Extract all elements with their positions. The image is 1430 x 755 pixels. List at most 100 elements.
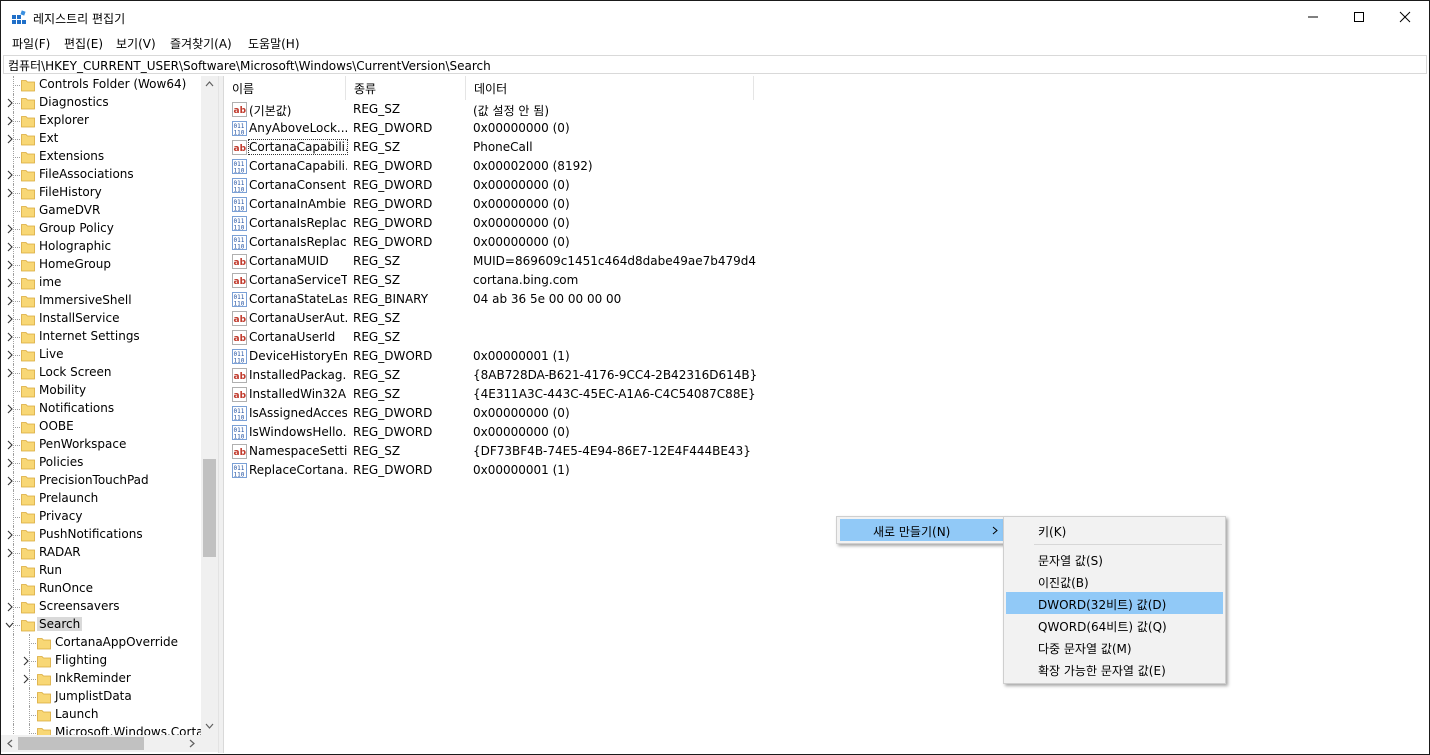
table-row[interactable]: 011 110 IsAssignedAccess REG_DWORD 0x0000000… <box>230 404 790 423</box>
address-bar[interactable]: 컴퓨터\HKEY_CURRENT_USER\Software\Microsoft… <box>3 55 1427 74</box>
tree-item[interactable]: Screensavers <box>1 598 201 616</box>
maximize-button[interactable] <box>1336 1 1382 33</box>
chevron-right-icon[interactable] <box>5 278 14 288</box>
column-header-data[interactable]: 데이터 <box>466 76 754 100</box>
tree-horizontal-scrollbar[interactable] <box>1 735 201 752</box>
tree-item[interactable]: Ext <box>1 130 201 148</box>
table-row[interactable]: ab InstalledPackag... REG_SZ {8AB728DA-B621… <box>230 366 790 385</box>
tree-item[interactable]: Search <box>1 616 201 634</box>
tree-item[interactable]: CortanaAppOverride <box>1 634 201 652</box>
chevron-right-icon[interactable] <box>5 170 14 180</box>
chevron-right-icon[interactable] <box>5 332 14 342</box>
chevron-right-icon[interactable] <box>21 656 30 666</box>
tree-item[interactable]: GameDVR <box>1 202 201 220</box>
chevron-right-icon[interactable] <box>5 602 14 612</box>
chevron-right-icon[interactable] <box>5 260 14 270</box>
chevron-right-icon[interactable] <box>5 224 14 234</box>
table-row[interactable]: 011110CortanaStateLas... REG_BINARY 04 ab … <box>230 290 790 309</box>
table-row[interactable]: 011 110 CortanaConsent REG_DWORD 0x00000000 … <box>230 176 790 195</box>
tree-item[interactable]: RADAR <box>1 544 201 562</box>
close-button[interactable] <box>1382 1 1428 33</box>
menu-item-new[interactable]: 새로 만들기(N) <box>840 519 1004 541</box>
tree-item[interactable]: InstallService <box>1 310 201 328</box>
tree-item[interactable]: Privacy <box>1 508 201 526</box>
table-row[interactable]: 011110CortanaIsReplac... REG_DWORD 0x00000… <box>230 214 790 233</box>
chevron-right-icon[interactable] <box>5 296 14 306</box>
table-row[interactable]: 011110CortanaIsReplac... REG_DWORD 0x00000… <box>230 233 790 252</box>
chevron-right-icon[interactable] <box>5 314 14 324</box>
tree-item[interactable]: PrecisionTouchPad <box>1 472 201 490</box>
menu-file[interactable]: 파일(F) <box>10 35 52 52</box>
tree-item[interactable]: Run <box>1 562 201 580</box>
table-row[interactable]: ab CortanaUserId REG_SZ <box>230 328 790 347</box>
key-tree[interactable]: Controls Folder (Wow64) Diagnostics Explor… <box>1 76 218 753</box>
menu-favorites[interactable]: 즐겨찾기(A) <box>168 35 234 52</box>
tree-vertical-scrollbar[interactable] <box>201 76 218 735</box>
chevron-right-icon[interactable] <box>21 674 30 684</box>
column-header-name[interactable]: 이름 <box>224 76 346 100</box>
tree-item[interactable]: Flighting <box>1 652 201 670</box>
tree-item[interactable]: Live <box>1 346 201 364</box>
tree-item[interactable]: Explorer <box>1 112 201 130</box>
table-row[interactable]: ab CortanaCapabili... REG_SZ PhoneCall <box>230 138 790 157</box>
tree-item[interactable]: HomeGroup <box>1 256 201 274</box>
menu-item-binary-value[interactable]: 이진값(B) <box>1006 570 1223 592</box>
chevron-down-icon[interactable] <box>5 620 14 630</box>
tree-item[interactable]: Prelaunch <box>1 490 201 508</box>
table-row[interactable]: 011 110 ReplaceCortana... REG_DWORD 0x000000… <box>230 461 790 480</box>
scroll-up-arrow-icon[interactable] <box>205 80 214 87</box>
tree-item[interactable]: Controls Folder (Wow64) <box>1 76 201 94</box>
tree-item[interactable]: FileAssociations <box>1 166 201 184</box>
tree-item[interactable]: ime <box>1 274 201 292</box>
table-row[interactable]: ab CortanaUserAut... REG_SZ <box>230 309 790 328</box>
tree-item[interactable]: Notifications <box>1 400 201 418</box>
menu-item-qword-value[interactable]: QWORD(64비트) 값(Q) <box>1006 614 1223 636</box>
tree-vertical-scroll-thumb[interactable] <box>203 459 216 557</box>
chevron-right-icon[interactable] <box>5 98 14 108</box>
table-row[interactable]: 011 110 IsWindowsHello... REG_DWORD 0x000000… <box>230 423 790 442</box>
tree-item[interactable]: PenWorkspace <box>1 436 201 454</box>
menu-item-multi-string-value[interactable]: 다중 문자열 값(M) <box>1006 636 1223 658</box>
tree-item[interactable]: Internet Settings <box>1 328 201 346</box>
chevron-right-icon[interactable] <box>5 476 14 486</box>
menu-item-dword-value[interactable]: DWORD(32비트) 값(D) <box>1006 592 1223 614</box>
menu-item-string-value[interactable]: 문자열 값(S) <box>1006 548 1223 570</box>
table-row[interactable]: 011 110 CortanaCapabili... REG_DWORD 0x00002… <box>230 157 790 176</box>
chevron-right-icon[interactable] <box>5 116 14 126</box>
menu-help[interactable]: 도움말(H) <box>246 35 302 52</box>
tree-item[interactable]: OOBE <box>1 418 201 436</box>
tree-item[interactable]: Policies <box>1 454 201 472</box>
chevron-right-icon[interactable] <box>5 242 14 252</box>
tree-item[interactable]: InkReminder <box>1 670 201 688</box>
tree-item[interactable]: Holographic <box>1 238 201 256</box>
chevron-right-icon[interactable] <box>5 458 14 468</box>
scroll-left-arrow-icon[interactable] <box>6 739 13 748</box>
tree-item[interactable]: Diagnostics <box>1 94 201 112</box>
tree-item[interactable]: JumplistData <box>1 688 201 706</box>
tree-item[interactable]: PushNotifications <box>1 526 201 544</box>
chevron-right-icon[interactable] <box>5 188 14 198</box>
tree-item[interactable]: Mobility <box>1 382 201 400</box>
table-row[interactable]: abNamespaceSetti... REG_SZ {DF73BF4B-74E5-… <box>230 442 790 461</box>
tree-item[interactable]: Extensions <box>1 148 201 166</box>
table-row[interactable]: ab (기본값) REG_SZ (값 설정 안 됨) <box>230 100 790 119</box>
tree-item[interactable]: Launch <box>1 706 201 724</box>
table-row[interactable]: ab InstalledWin32A... REG_SZ {4E311A3C-443C… <box>230 385 790 404</box>
scroll-down-arrow-icon[interactable] <box>205 723 214 730</box>
chevron-right-icon[interactable] <box>5 404 14 414</box>
chevron-right-icon[interactable] <box>5 440 14 450</box>
table-row[interactable]: 011110DeviceHistoryEn... REG_DWORD 0x00000… <box>230 347 790 366</box>
chevron-right-icon[interactable] <box>5 548 14 558</box>
chevron-right-icon[interactable] <box>5 368 14 378</box>
value-list[interactable]: 이름 종류 데이터 ab (기본값) REG_SZ (값 설정 안 됨) 011 110 A… <box>223 76 1427 753</box>
table-row[interactable]: ab CortanaMUID REG_SZ MUID=869609c1451c464d… <box>230 252 790 271</box>
table-row[interactable]: 011 110 AnyAboveLock... REG_DWORD 0x00000000… <box>230 119 790 138</box>
tree-item[interactable]: Group Policy <box>1 220 201 238</box>
chevron-right-icon[interactable] <box>5 134 14 144</box>
tree-item[interactable]: Lock Screen <box>1 364 201 382</box>
menu-item-key[interactable]: 키(K) <box>1006 519 1223 541</box>
tree-item[interactable]: ImmersiveShell <box>1 292 201 310</box>
chevron-right-icon[interactable] <box>5 530 14 540</box>
table-row[interactable]: 011 110 CortanaInAmbie... REG_DWORD 0x000000… <box>230 195 790 214</box>
menu-edit[interactable]: 편집(E) <box>62 35 105 52</box>
